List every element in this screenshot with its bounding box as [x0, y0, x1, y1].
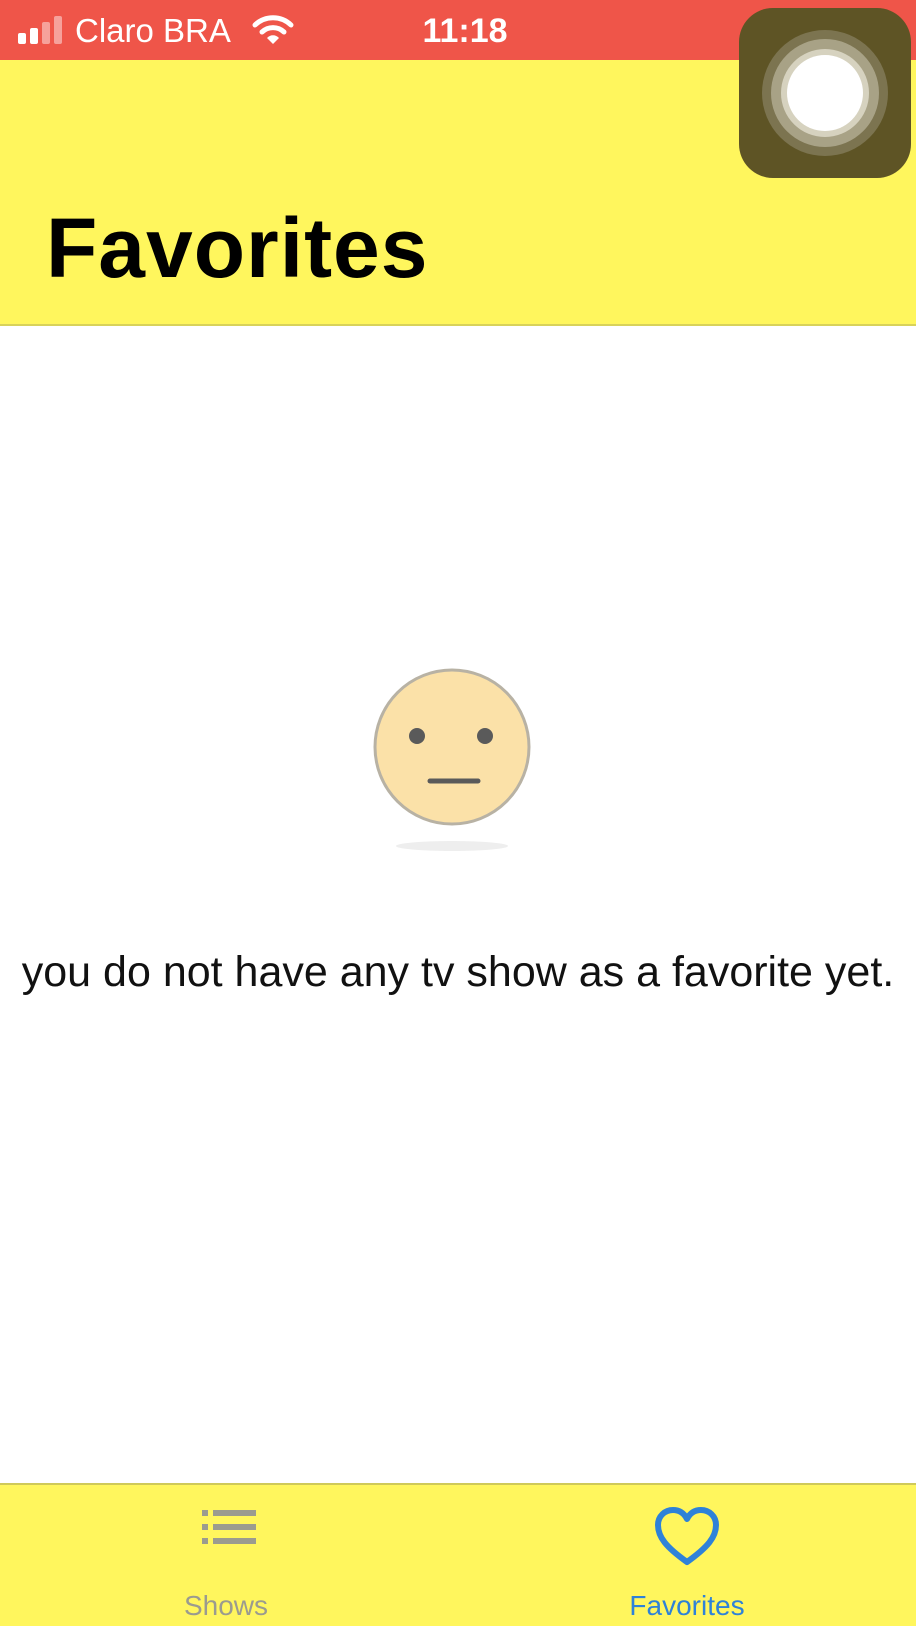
- screen: Claro BRA 11:18 Favorites you do not hav…: [0, 0, 916, 1626]
- list-icon: [202, 1510, 256, 1544]
- wifi-icon: [252, 15, 294, 44]
- assistive-touch-button[interactable]: [739, 8, 911, 178]
- status-time: 11:18: [422, 12, 508, 50]
- cellular-signal-icon: [18, 16, 62, 44]
- heart-icon: [655, 1507, 719, 1565]
- assistive-touch-icon: [762, 30, 888, 156]
- tab-favorites-label: Favorites: [629, 1590, 745, 1621]
- neutral-face-icon: [373, 668, 531, 851]
- carrier-name: Claro BRA: [75, 12, 231, 49]
- tab-favorites[interactable]: Favorites: [458, 1485, 916, 1626]
- page-title: Favorites: [46, 201, 429, 295]
- empty-state-message: you do not have any tv show as a favorit…: [21, 948, 895, 996]
- tab-bar: Shows Favorites: [0, 1483, 916, 1626]
- tab-shows[interactable]: Shows: [0, 1485, 458, 1626]
- tab-shows-label: Shows: [183, 1590, 269, 1621]
